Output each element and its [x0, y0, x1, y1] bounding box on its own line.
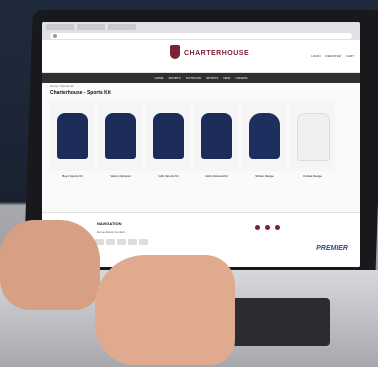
menu-item[interactable]: SPORTS	[206, 76, 218, 80]
browser-tab[interactable]	[108, 24, 136, 30]
product-image	[98, 101, 143, 171]
breadcrumb: Home / Sports Kit	[50, 84, 74, 88]
menu-item[interactable]: HOME	[154, 76, 163, 80]
product-image	[242, 101, 287, 171]
cart-link[interactable]: CART	[346, 54, 354, 58]
footer-links[interactable]: Home About Contact	[97, 230, 125, 234]
main-menu: HOME SPORTS OUTDOOR SPORTS NEW OFFERS	[42, 73, 360, 83]
product-card[interactable]: Cricket Range	[290, 101, 335, 184]
site-header: CHARTERHOUSE LOGIN REGISTER CART	[42, 40, 360, 73]
payment-card-icon	[128, 239, 137, 245]
social-icon[interactable]	[255, 225, 260, 230]
left-hand	[0, 220, 100, 310]
product-image	[290, 101, 335, 171]
shirt-icon	[153, 113, 184, 159]
footer-heading: NAVIGATION	[97, 221, 122, 226]
shirt-icon	[57, 113, 88, 159]
register-link[interactable]: REGISTER	[326, 54, 341, 58]
polo-shirt-icon	[297, 113, 330, 161]
product-card[interactable]: Girls Sports Kit	[146, 101, 191, 184]
product-caption: Girls Sports Kit	[158, 174, 179, 178]
social-icons	[255, 225, 280, 230]
product-grid: Boys Sports Kit Warm Optional Girls Spor…	[50, 101, 335, 184]
lock-icon	[53, 34, 57, 38]
page-title: Charterhouse - Sports Kit	[50, 90, 111, 96]
product-image	[194, 101, 239, 171]
product-caption: Girls Optional Kit	[205, 174, 228, 178]
product-caption: Cricket Range	[302, 174, 322, 178]
product-card[interactable]: Winter Range	[242, 101, 287, 184]
browser-tab[interactable]	[46, 24, 74, 30]
laptop-photo-scene: CHARTERHOUSE LOGIN REGISTER CART HOME SP…	[0, 0, 378, 367]
payment-card-icon	[139, 239, 148, 245]
browser-tabs	[42, 22, 360, 32]
menu-item[interactable]: SPORTS	[168, 76, 180, 80]
hoodie-icon	[249, 113, 280, 159]
social-icon[interactable]	[265, 225, 270, 230]
product-card[interactable]: Warm Optional	[98, 101, 143, 184]
premier-logo: PREMIER	[316, 245, 348, 252]
shirt-icon	[201, 113, 232, 159]
school-crest-icon	[170, 45, 180, 59]
browser-tab[interactable]	[77, 24, 105, 30]
header-links: LOGIN REGISTER CART	[311, 54, 354, 58]
address-bar[interactable]	[50, 33, 352, 39]
payment-card-icon	[106, 239, 115, 245]
product-image	[146, 101, 191, 171]
menu-item[interactable]: NEW	[223, 76, 230, 80]
right-hand	[95, 255, 235, 365]
browser-chrome	[42, 22, 360, 41]
login-link[interactable]: LOGIN	[311, 54, 320, 58]
menu-item[interactable]: OUTDOOR	[186, 76, 201, 80]
payment-card-icon	[117, 239, 126, 245]
product-card[interactable]: Boys Sports Kit	[50, 101, 95, 184]
laptop-screen: CHARTERHOUSE LOGIN REGISTER CART HOME SP…	[42, 22, 360, 267]
social-icon[interactable]	[275, 225, 280, 230]
shirt-icon	[105, 113, 136, 159]
product-caption: Winter Range	[255, 174, 274, 178]
product-caption: Boys Sports Kit	[62, 174, 83, 178]
product-card[interactable]: Girls Optional Kit	[194, 101, 239, 184]
product-caption: Warm Optional	[110, 174, 131, 178]
product-image	[50, 101, 95, 171]
payment-icons	[95, 239, 148, 245]
menu-item[interactable]: OFFERS	[235, 76, 247, 80]
brand-name: CHARTERHOUSE	[184, 50, 250, 57]
